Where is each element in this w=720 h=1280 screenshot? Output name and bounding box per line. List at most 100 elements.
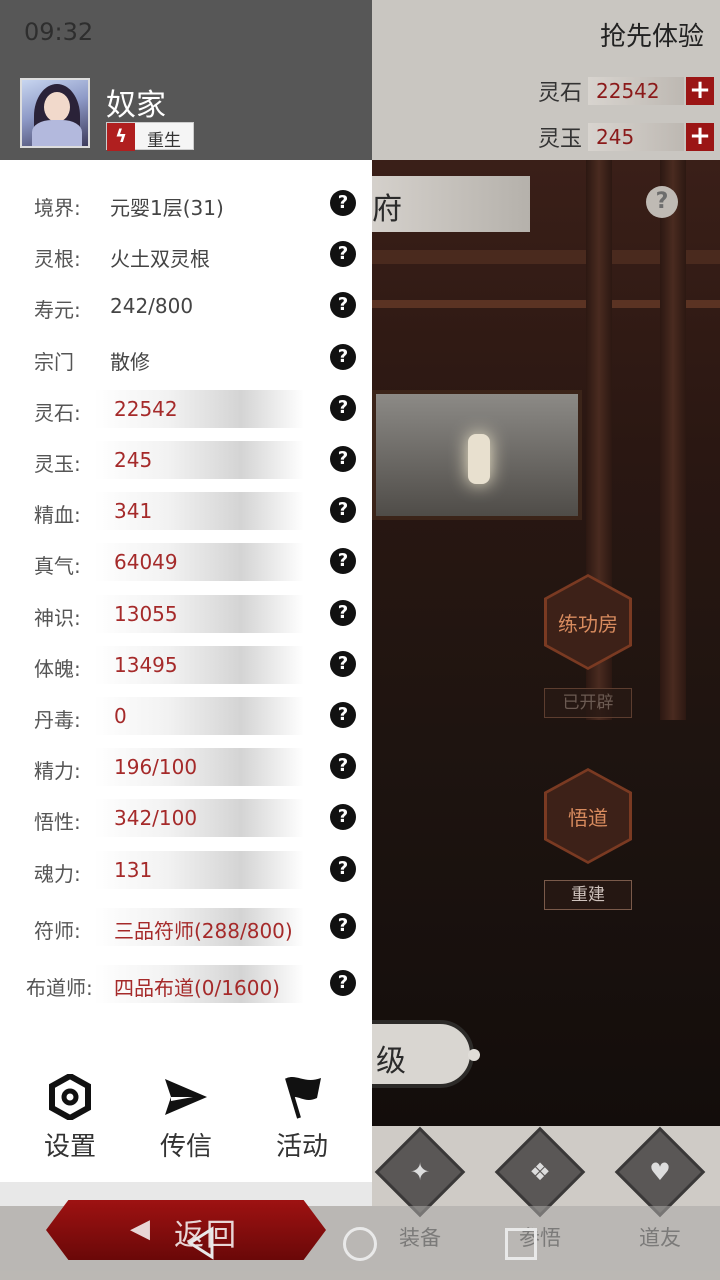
add-spirit-stone-button[interactable]: + [686, 77, 714, 105]
stat-row: 真气: 64049? [0, 542, 372, 582]
help-icon[interactable]: ? [330, 804, 356, 830]
settings-button[interactable]: 设置 [30, 1072, 110, 1163]
stat-label: 灵根: [34, 247, 81, 271]
book-icon: ❖ [494, 1126, 586, 1218]
resource-value: 245 [588, 123, 684, 151]
stat-row: 精血: 341? [0, 491, 372, 531]
help-icon[interactable]: ? [330, 856, 356, 882]
nav-recents-icon[interactable] [505, 1228, 537, 1260]
stat-row: 灵玉: 245? [0, 440, 372, 480]
enlightenment-label: 悟道 [547, 771, 629, 861]
stat-label: 悟性: [34, 810, 81, 834]
help-icon[interactable]: ? [330, 702, 356, 728]
help-icon[interactable]: ? [330, 190, 356, 216]
stat-label: 符师: [34, 919, 81, 943]
player-name: 奴家 [106, 88, 166, 123]
help-icon[interactable]: ? [330, 548, 356, 574]
slider-dot [468, 1049, 480, 1061]
stat-row: 神识: 13055? [0, 594, 372, 634]
message-label: 传信 [159, 1132, 212, 1162]
stat-label: 宗门 [34, 350, 74, 374]
scene-help-icon[interactable]: ? [646, 186, 678, 218]
message-button[interactable]: 传信 [146, 1072, 226, 1163]
nav-back-icon[interactable] [186, 1226, 216, 1264]
stat-row: 符师: 三品符师(288/800)? [0, 907, 372, 947]
stat-value: 196/100 [114, 755, 198, 779]
stat-value-bar: 22542 [94, 390, 304, 428]
resource-label: 灵玉 [538, 127, 583, 152]
player-info-drawer: 奴家 ϟ 重生 境界: 元婴1层(31)? 灵根: 火土双灵根? 寿元: 242/800?… [0, 0, 372, 1206]
stat-value-bar: 342/100 [94, 799, 304, 837]
stat-row: 境界: 元婴1层(31)? [0, 184, 372, 224]
stat-value: 64049 [114, 550, 178, 574]
help-icon[interactable]: ? [330, 753, 356, 779]
rebuild-button[interactable]: 重建 [544, 880, 632, 910]
add-spirit-jade-button[interactable]: + [686, 123, 714, 151]
stat-value-bar: 0 [94, 697, 304, 735]
resource-label: 灵石 [538, 81, 583, 106]
help-icon[interactable]: ? [330, 292, 356, 318]
clock: 09:32 [24, 18, 94, 46]
stat-value: 散修 [110, 350, 150, 374]
gear-icon [30, 1072, 110, 1122]
resource-row-spirit-stone: 灵石 22542 + [538, 76, 714, 106]
stat-row: 丹毒: 0? [0, 696, 372, 736]
stat-value-bar: 13495 [94, 646, 304, 684]
stat-label: 精力: [34, 759, 81, 783]
help-icon[interactable]: ? [330, 446, 356, 472]
stat-row: 宗门 散修? [0, 338, 372, 378]
stat-label: 精血: [34, 503, 81, 527]
avatar-robe [32, 120, 82, 146]
stat-value: 342/100 [114, 806, 198, 830]
stat-label: 寿元: [34, 298, 81, 322]
stat-value: 131 [114, 858, 153, 882]
stat-value-bar: 131 [94, 851, 304, 889]
stat-value-bar: 64049 [94, 543, 304, 581]
back-arrow-icon: ◀ [130, 1214, 150, 1244]
sword-icon: ✦ [374, 1126, 466, 1218]
early-access-title: 抢先体验 [599, 22, 704, 52]
stat-row: 灵根: 火土双灵根? [0, 235, 372, 275]
events-button[interactable]: 活动 [262, 1072, 342, 1163]
help-icon[interactable]: ? [330, 970, 356, 996]
avatar[interactable] [20, 78, 90, 148]
events-label: 活动 [275, 1132, 328, 1162]
nav-home-icon[interactable] [343, 1227, 377, 1261]
training-room-label: 练功房 [547, 577, 629, 667]
training-room-status: 已开辟 [544, 688, 632, 718]
stat-label: 境界: [34, 196, 81, 220]
help-icon[interactable]: ? [330, 497, 356, 523]
stat-label: 神识: [34, 606, 81, 630]
rebirth-badge[interactable]: ϟ 重生 [106, 122, 194, 151]
help-icon[interactable]: ? [330, 651, 356, 677]
help-icon[interactable]: ? [330, 395, 356, 421]
stat-label: 灵玉: [34, 452, 81, 476]
stat-value: 0 [114, 704, 127, 728]
stat-row: 精力: 196/100? [0, 747, 372, 787]
resource-row-spirit-jade: 灵玉 245 + [538, 122, 714, 152]
stat-value: 242/800 [110, 294, 194, 318]
stat-label: 丹毒: [34, 708, 81, 732]
status-bar: 09:32 [0, 0, 372, 64]
help-icon[interactable]: ? [330, 344, 356, 370]
stat-value: 四品布道(0/1600) [114, 976, 280, 1000]
stat-label: 布道师: [26, 976, 93, 1000]
stat-value-bar: 245 [94, 441, 304, 479]
stat-row: 布道师: 四品布道(0/1600)? [0, 964, 372, 1004]
help-icon[interactable]: ? [330, 913, 356, 939]
help-icon[interactable]: ? [330, 241, 356, 267]
stat-value: 元婴1层(31) [110, 196, 224, 220]
stat-row: 灵石: 22542? [0, 389, 372, 429]
stat-row: 寿元: 242/800? [0, 286, 372, 326]
stat-label: 体魄: [34, 657, 81, 681]
stat-value-bar: 341 [94, 492, 304, 530]
settings-label: 设置 [43, 1132, 96, 1162]
stat-value: 22542 [114, 397, 178, 421]
stat-label: 真气: [34, 554, 81, 578]
stat-value: 火土双灵根 [110, 247, 210, 271]
lantern [468, 434, 490, 484]
help-icon[interactable]: ? [330, 600, 356, 626]
mansion-title: 府 [372, 192, 402, 227]
stat-value: 341 [114, 499, 153, 523]
stat-value-bar: 196/100 [94, 748, 304, 786]
